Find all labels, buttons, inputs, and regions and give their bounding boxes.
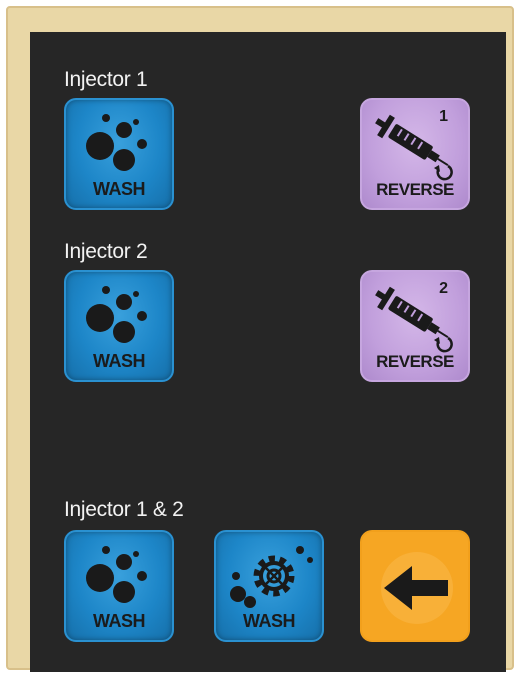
control-screen: Injector 1 WASH 1 REVERSE Injector 2 WAS… [30,32,506,672]
injector-number-1: 1 [439,108,448,125]
section-label-injector-2: Injector 2 [64,240,148,263]
injector-number-2: 2 [439,280,448,297]
both-injectors-gear-wash-label: WASH [243,611,296,631]
injector-2-reverse-button[interactable]: 2 REVERSE [360,270,470,382]
section-label-injector-1: Injector 1 [64,68,148,91]
injector-2-reverse-label: REVERSE [376,352,454,371]
device-frame: Injector 1 WASH 1 REVERSE Injector 2 WAS… [6,6,514,672]
injector-2-wash-label: WASH [93,351,146,371]
back-button[interactable] [360,530,470,642]
injector-1-reverse-label: REVERSE [376,180,454,199]
section-label-injector-1-and-2: Injector 1 & 2 [64,498,184,521]
both-injectors-gear-wash-button[interactable]: WASH [214,530,324,642]
injector-1-wash-button[interactable]: WASH [64,98,174,210]
back-arrow-icon [381,552,453,624]
both-injectors-wash-label: WASH [93,611,146,631]
both-injectors-wash-button[interactable]: WASH [64,530,174,642]
injector-1-reverse-button[interactable]: 1 REVERSE [360,98,470,210]
injector-2-wash-button[interactable]: WASH [64,270,174,382]
injector-1-wash-label: WASH [93,179,146,199]
